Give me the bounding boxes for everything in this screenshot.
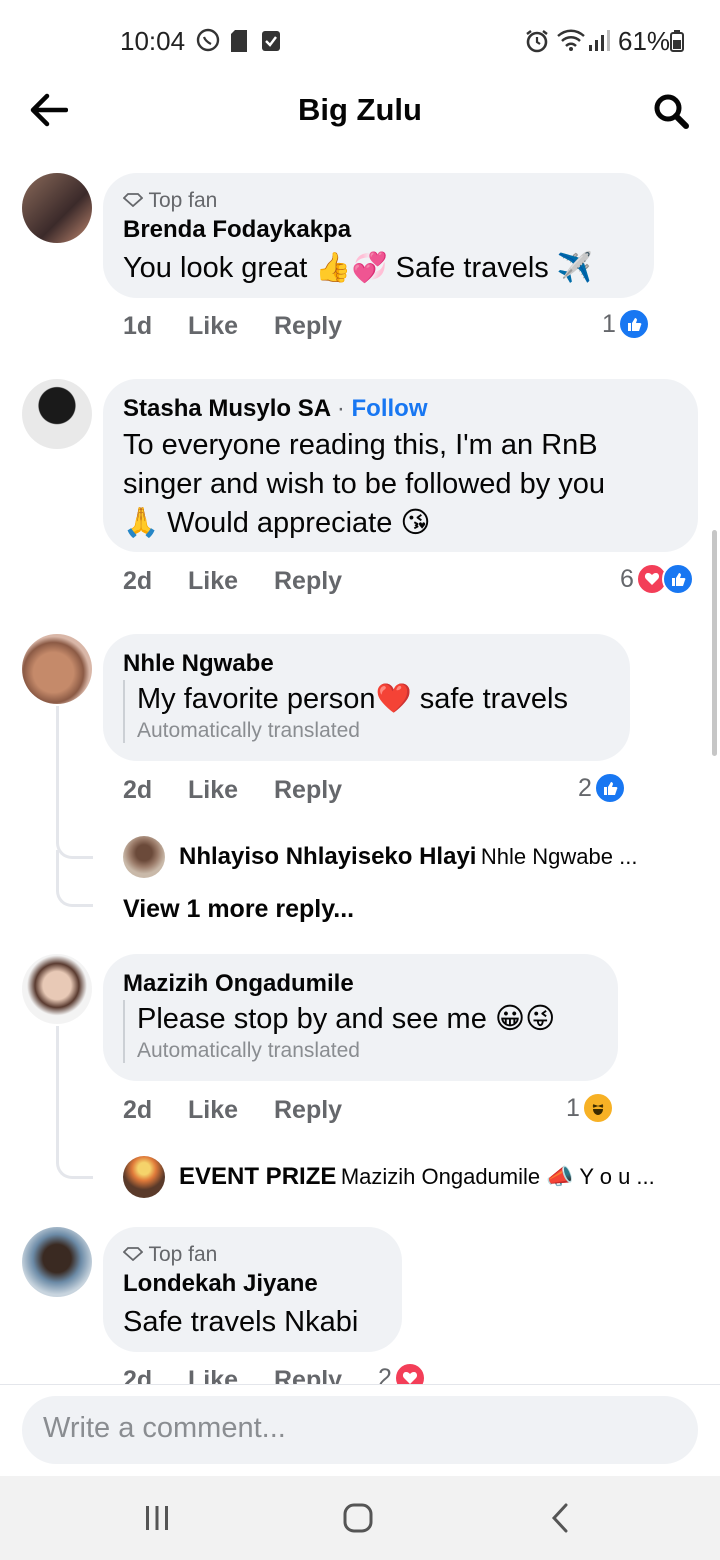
reply-author: EVENT PRIZE [179,1163,337,1190]
status-time: 10:04 [120,26,186,56]
reply-button[interactable]: Reply [274,776,342,805]
top-fan-badge: Top fan [122,1243,218,1267]
reply-button[interactable]: Reply [274,567,342,596]
comment-author[interactable]: Stasha Musylo SA [123,395,330,422]
comment-text: You look great 👍💞 Safe travels ✈️ [123,252,593,284]
comment-text-line: 🙏 Would appreciate 😘 [123,507,431,539]
comment-text-line: singer and wish to be followed by you [123,468,606,500]
status-bar: 10:04 61% [0,0,720,80]
back-nav-icon[interactable] [548,1502,572,1539]
avatar[interactable] [22,1227,92,1297]
system-nav-bar [0,1476,720,1560]
reply-preview[interactable]: Nhlayiso Nhlayiseko Hlayi Nhle Ngwabe ..… [179,843,637,871]
comment-text: Please stop by and see me 😀😜 [137,1003,556,1035]
top-fan-badge: Top fan [122,189,218,213]
reply-snippet: Nhle Ngwabe ... [480,844,638,869]
haha-reaction-icon [581,1092,614,1124]
translated-block: Please stop by and see me 😀😜 Automatical… [123,1000,555,1063]
avatar[interactable] [22,173,92,243]
comment-text: Safe travels Nkabi [123,1306,359,1338]
like-reaction-icon [617,308,650,340]
signal-icon [588,28,610,57]
comment-author[interactable]: Brenda Fodaykakpa [123,216,351,244]
like-button[interactable]: Like [188,567,238,596]
reply-author: Nhlayiso Nhlayiseko Hlayi [179,843,477,870]
comment-bubble: Nhle Ngwabe My favorite person❤️ safe tr… [103,634,630,761]
reaction-summary[interactable]: 2 [578,772,626,804]
comment-bubble: Stasha Musylo SA · Follow To everyone re… [103,379,698,552]
comment-time: 2d [123,776,153,804]
wifi-icon [556,28,586,57]
reply-preview[interactable]: EVENT PRIZE Mazizih Ongadumile 📣 Y o u .… [179,1163,655,1191]
comment-bubble: Top fan Brenda Fodaykakpa You look great… [103,173,654,298]
diamond-icon [122,1243,148,1266]
comment-bubble: Mazizih Ongadumile Please stop by and se… [103,954,618,1081]
reaction-count: 2 [578,773,592,802]
battery-percent: 61% [618,26,671,56]
translation-note[interactable]: Automatically translated [137,719,568,743]
comment-text: My favorite person❤️ safe travels [137,683,568,715]
comment-author[interactable]: Nhle Ngwabe [123,650,274,678]
translated-block: My favorite person❤️ safe travels Automa… [123,680,568,743]
view-more-replies[interactable]: View 1 more reply... [123,895,354,924]
comment-input-placeholder: Write a comment... [43,1412,286,1444]
comment-time: 2d [123,1096,153,1124]
avatar[interactable] [22,379,92,449]
reply-button[interactable]: Reply [274,1096,342,1125]
reaction-summary[interactable]: 1 [602,308,650,340]
alarm-icon [524,28,550,59]
comment-author[interactable]: Londekah Jiyane [123,1270,318,1298]
like-button[interactable]: Like [188,1096,238,1125]
comment-author-row: Stasha Musylo SA · Follow [123,395,428,422]
comment-bubble: Top fan Londekah Jiyane Safe travels Nka… [103,1227,402,1352]
thread-line [56,1026,93,1179]
reaction-count: 1 [602,309,616,338]
comment-text-line: To everyone reading this, I'm an RnB [123,429,598,461]
avatar[interactable] [22,954,92,1024]
sd-card-icon [230,29,248,58]
comment-time: 2d [123,567,153,595]
reaction-count: 1 [566,1093,580,1122]
comment-time: 1d [123,312,153,340]
avatar[interactable] [22,634,92,704]
translation-note[interactable]: Automatically translated [137,1039,555,1063]
diamond-icon [122,189,148,212]
reaction-count: 6 [620,564,634,593]
like-button[interactable]: Like [188,312,238,341]
like-reaction-icon [661,563,694,595]
follow-link[interactable]: Follow [352,395,428,422]
thread-line [56,706,93,859]
top-fan-label: Top fan [148,189,218,212]
thread-line [56,850,93,907]
recent-apps-icon[interactable] [143,1504,171,1537]
like-reaction-icon [593,772,626,804]
reply-snippet: Mazizih Ongadumile 📣 Y o u ... [340,1164,655,1189]
reaction-summary[interactable]: 1 [566,1092,614,1124]
search-icon[interactable] [652,92,690,135]
reply-button[interactable]: Reply [274,312,342,341]
comment-author[interactable]: Mazizih Ongadumile [123,970,354,998]
battery-icon [670,30,684,57]
page-title: Big Zulu [298,92,422,127]
checkbox-notification-icon [261,30,281,57]
reply-avatar[interactable] [123,1156,165,1198]
comment-text: To everyone reading this, I'm an RnB sin… [123,426,605,543]
like-button[interactable]: Like [188,776,238,805]
whatsapp-icon [196,28,220,57]
top-fan-label: Top fan [148,1243,218,1266]
reply-avatar[interactable] [123,836,165,878]
home-icon[interactable] [342,1502,374,1539]
scrollbar[interactable] [712,530,717,756]
reaction-summary[interactable]: 6 [620,563,694,595]
